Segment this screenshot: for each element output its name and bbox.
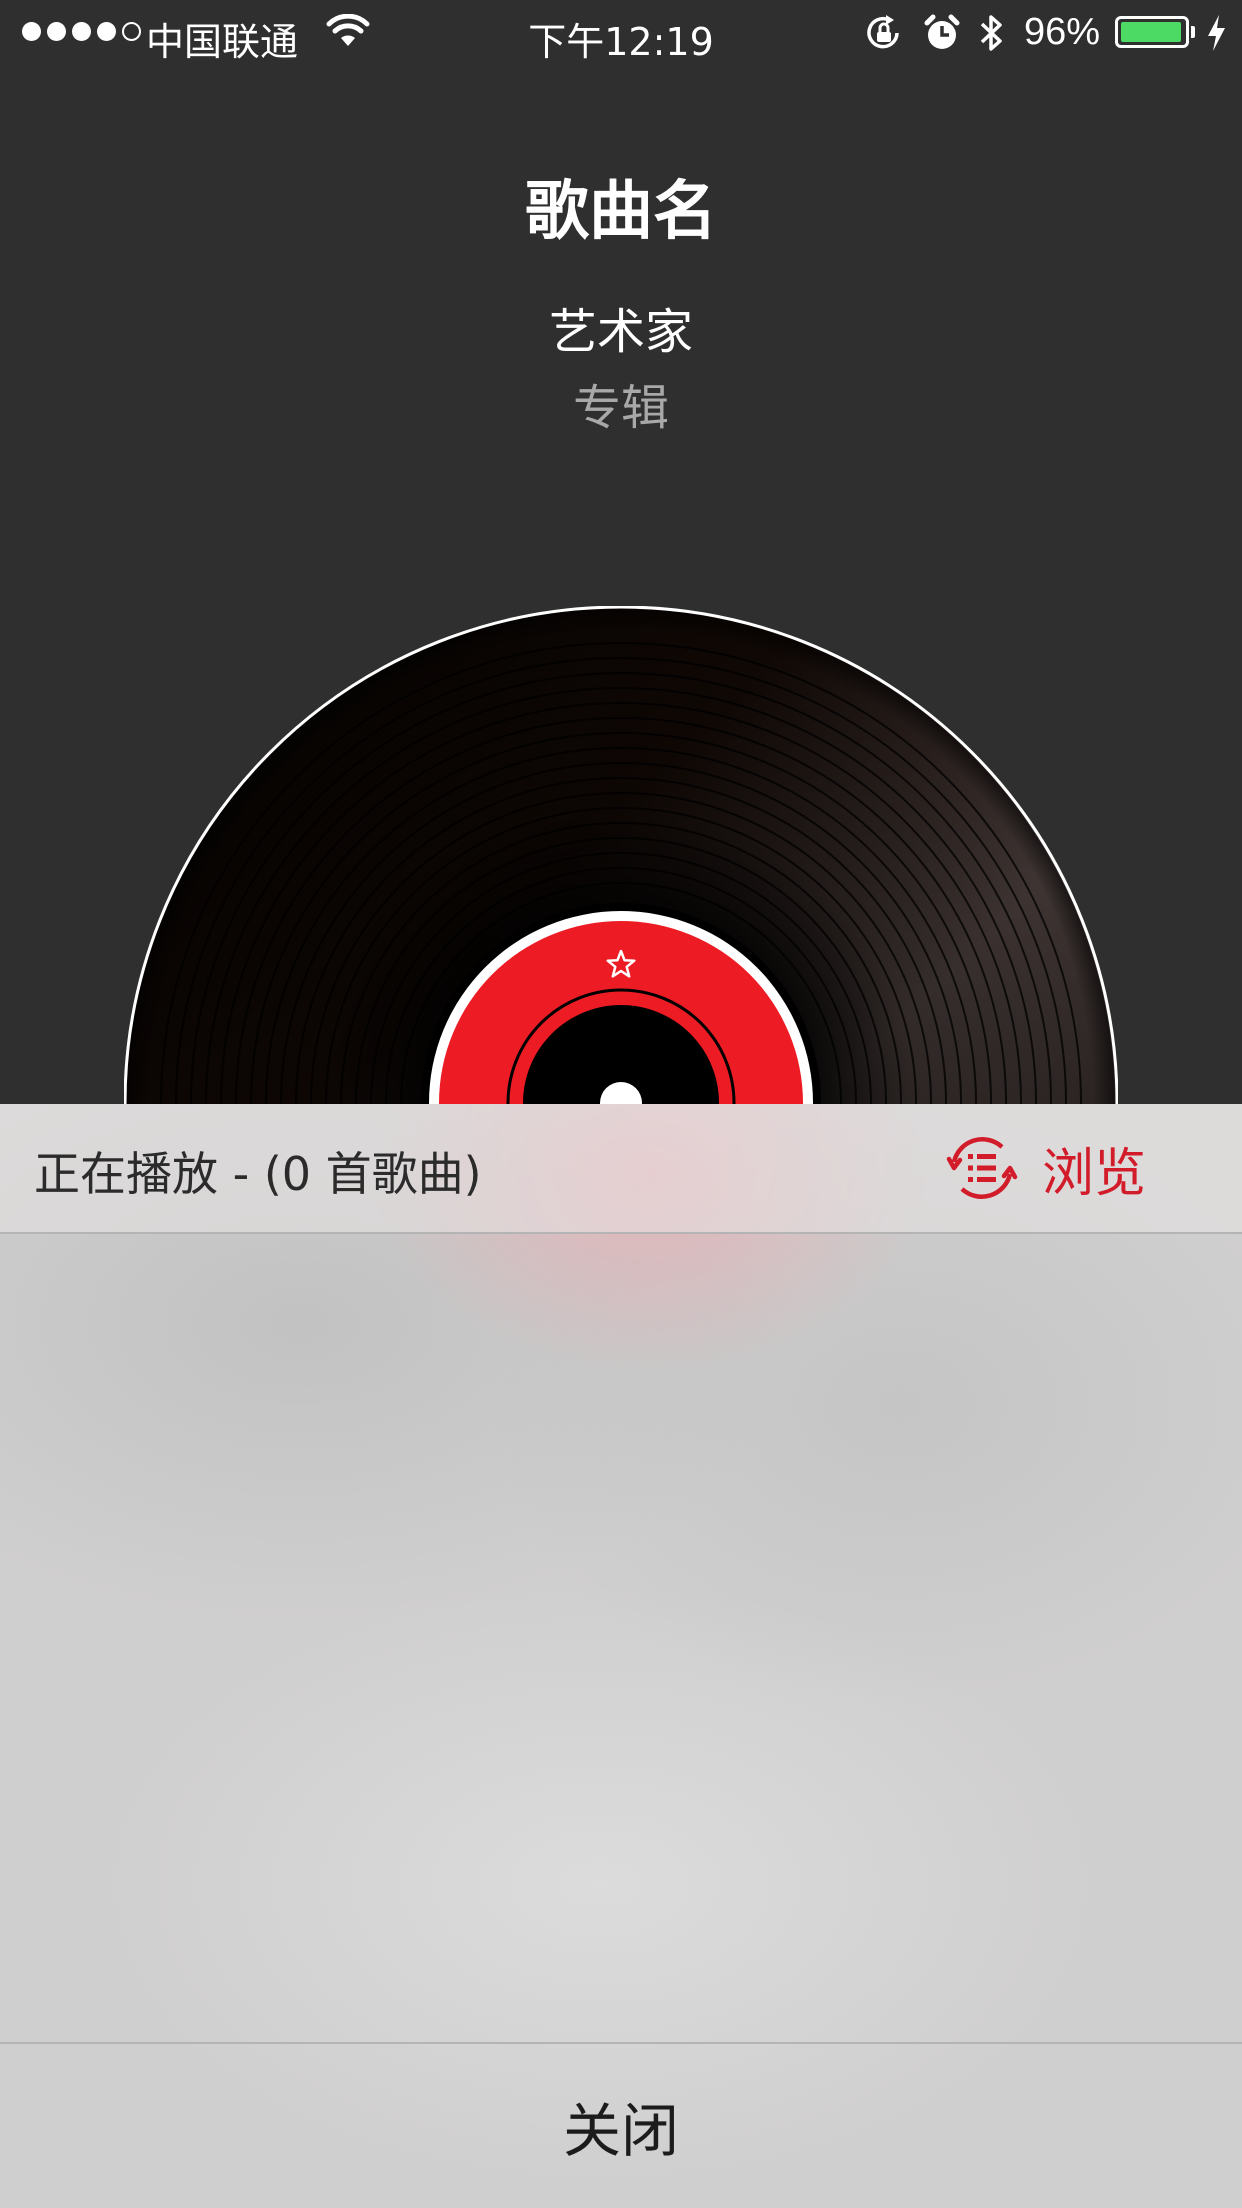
close-button[interactable]: 关闭: [0, 2042, 1242, 2208]
status-bar: 中国联通 下午12:19 96%: [0, 0, 1242, 66]
now-playing-queue-sheet: 正在播放 - (0 首歌曲) 浏览 关闭: [0, 1104, 1242, 2208]
rotation-lock-icon: [867, 15, 899, 49]
song-album: 专辑: [572, 380, 669, 436]
vinyl-record: [124, 606, 1118, 1104]
battery-icon: [1115, 16, 1189, 48]
queue-header: 正在播放 - (0 首歌曲) 浏览: [0, 1104, 1242, 1234]
bluetooth-icon: [980, 15, 1002, 51]
song-title: 歌曲名: [525, 175, 717, 249]
alarm-icon: [924, 14, 960, 49]
browse-label: 浏览: [1042, 1143, 1147, 1204]
battery-tip: [1191, 26, 1195, 38]
browse-list-icon: [946, 1137, 1018, 1199]
queue-title: 正在播放 - (0 首歌曲): [34, 1147, 482, 1201]
close-label: 关闭: [562, 2097, 679, 2165]
battery-percentage: 96%: [1024, 11, 1101, 53]
charging-bolt-icon: [1208, 15, 1225, 51]
browse-button[interactable]: 浏览: [946, 1130, 1146, 1206]
song-artist: 艺术家: [548, 304, 693, 360]
